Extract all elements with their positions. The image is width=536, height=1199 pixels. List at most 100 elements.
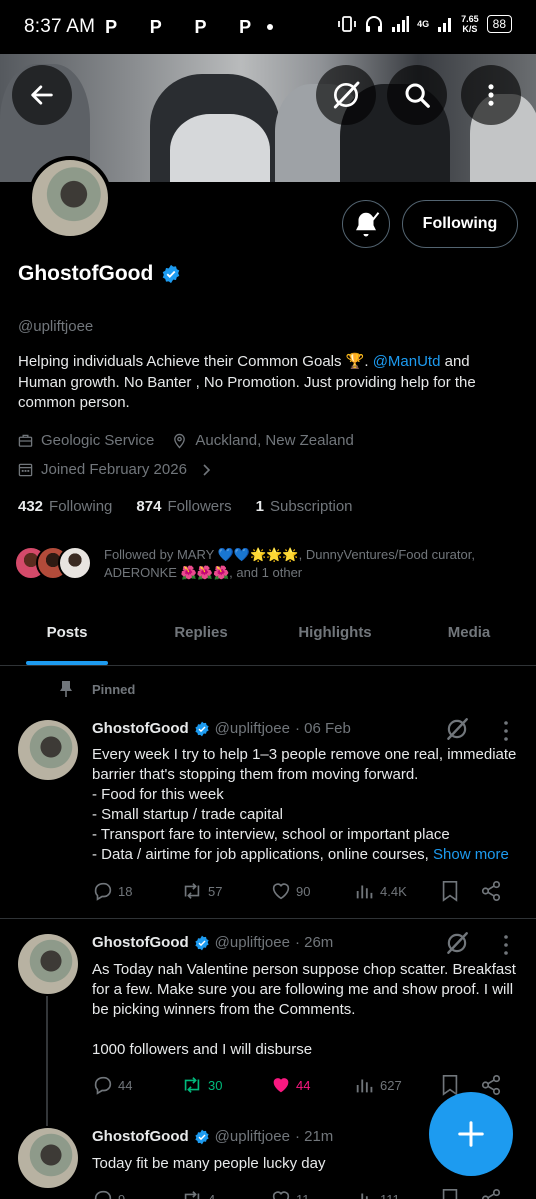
views-chart-icon [356,1193,368,1199]
post-header: GhostofGood @upliftjoee · 26m [92,934,333,951]
status-bar: 8:37 AM P P P P 4G 7.65 K/S 88 [0,0,536,54]
share-button[interactable] [480,1188,502,1199]
verified-badge-icon[interactable] [161,264,181,284]
post-actions: 9 4 11 111 [92,1188,512,1199]
bookmark-icon [442,881,458,902]
post-time: · 21m [294,1128,334,1145]
search-icon [405,83,430,108]
post-text: As Today nah Valentine person suppose ch… [92,961,516,1058]
post-item[interactable]: GhostofGood @upliftjoee · 26m As Today n… [0,924,536,1120]
compose-post-button[interactable] [429,1092,513,1176]
like-button[interactable]: 11 [270,1188,354,1199]
verified-badge-icon [195,721,209,736]
repost-button[interactable]: 57 [180,880,270,902]
post-avatar[interactable] [18,720,78,780]
signal-icon-2 [438,18,452,32]
share-button[interactable] [480,1074,502,1096]
profile-joined: Joined February 2026 [41,461,187,478]
like-button[interactable]: 90 [270,880,354,902]
post-author-handle: @upliftjoee [214,720,290,737]
repost-button[interactable]: 30 [180,1074,270,1096]
grok-button[interactable] [316,65,376,125]
tab-media[interactable]: Media [402,606,536,665]
post-item[interactable]: GhostofGood @upliftjoee · 06 Feb Every w… [0,710,536,920]
views-chart-icon [356,1079,373,1093]
reply-button[interactable]: 44 [92,1074,180,1096]
tab-posts[interactable]: Posts [0,606,134,665]
pinned-indicator: Pinned [58,680,135,698]
views-button[interactable]: 627 [354,1074,440,1096]
more-options-button[interactable] [461,65,521,125]
bookmark-button[interactable] [440,1188,480,1199]
briefcase-icon [18,434,33,447]
repost-icon [184,1191,200,1199]
notification-icons: P P P P [105,16,266,37]
post-avatar[interactable] [18,1128,78,1188]
bookmark-icon [442,1189,458,1199]
share-icon [481,881,501,901]
share-button[interactable] [480,880,502,902]
status-time: 8:37 AM [24,16,96,37]
bookmark-button[interactable] [440,880,480,902]
post-header: GhostofGood @upliftjoee · 21m [92,1128,333,1145]
profile-location: Auckland, New Zealand [195,432,354,449]
tab-replies[interactable]: Replies [134,606,268,665]
profile-stats: 432 Following 874 Followers 1 Subscription [18,498,353,515]
post-author-name[interactable]: GhostofGood [92,1128,189,1145]
more-vertical-icon[interactable] [498,934,514,956]
post-actions: 18 57 90 4.4K [92,880,512,902]
like-count: 44 [296,1077,311,1093]
grok-icon[interactable] [444,930,470,956]
more-vertical-icon [488,84,494,106]
vibrate-icon [338,16,356,32]
calendar-icon [18,463,33,477]
following-stat[interactable]: 432 Following [18,498,112,515]
signal-icon [392,16,410,32]
following-button[interactable]: Following [402,200,518,248]
reply-count: 44 [118,1077,133,1093]
followed-by-text: Followed by MARY 💙💙🌟🌟🌟, DunnyVentures/Fo… [104,547,475,580]
views-button[interactable]: 4.4K [354,880,440,902]
following-label: Following [49,498,113,515]
followed-by-row[interactable]: Followed by MARY 💙💙🌟🌟🌟, DunnyVentures/Fo… [14,546,484,582]
network-type: 4G [417,19,430,29]
repost-button[interactable]: 4 [180,1188,270,1199]
view-count: 4.4K [380,883,407,899]
tab-highlights[interactable]: Highlights [268,606,402,665]
show-more-link[interactable]: Show more [433,846,509,863]
bio-mention-link[interactable]: @ManUtd [373,353,441,370]
reply-button[interactable]: 18 [92,880,180,902]
profile-joined-row[interactable]: Joined February 2026 [18,461,221,478]
subscription-stat[interactable]: 1 Subscription [256,498,353,515]
grok-icon[interactable] [444,716,470,742]
more-vertical-icon[interactable] [498,720,514,742]
followers-stat[interactable]: 874 Followers [136,498,231,515]
post-author-name[interactable]: GhostofGood [92,720,189,737]
heart-filled-icon [273,1078,289,1093]
arrow-left-icon [31,85,53,105]
reply-button[interactable]: 9 [92,1188,180,1199]
like-button[interactable]: 44 [270,1074,354,1096]
reply-count: 18 [118,883,133,899]
repost-count: 57 [208,883,223,899]
repost-icon [184,883,200,899]
search-button[interactable] [387,65,447,125]
pinned-label: Pinned [92,681,136,697]
profile-category: Geologic Service [41,432,155,449]
views-button[interactable]: 111 [354,1188,440,1199]
bookmark-icon [442,1075,458,1096]
post-author-name[interactable]: GhostofGood [92,934,189,951]
status-right: 4G 7.65 K/S 88 [337,14,512,34]
back-button[interactable] [12,65,72,125]
followers-count: 874 [136,498,162,515]
plus-icon [458,1121,484,1147]
heart-icon [272,883,290,900]
post-avatar[interactable] [18,934,78,994]
more-notifications-dot [267,24,274,30]
notifications-button[interactable] [342,200,390,248]
post-author-handle: @upliftjoee [214,1128,290,1145]
view-count: 627 [380,1077,402,1093]
profile-avatar[interactable] [28,156,112,240]
bio-text: Helping individuals Achieve their Common… [18,353,373,370]
views-chart-icon [356,885,373,899]
